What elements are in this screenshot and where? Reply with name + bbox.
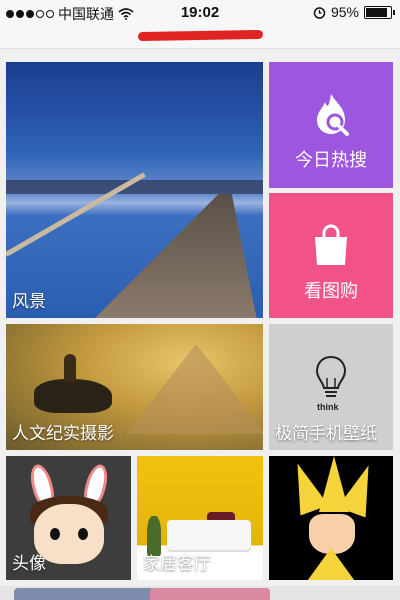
rider-shape	[64, 354, 76, 382]
next-row-peek	[0, 586, 400, 600]
alarm-icon	[313, 6, 326, 19]
address-bar[interactable]	[0, 26, 400, 49]
tile-avatar[interactable]: 头像	[6, 456, 131, 580]
tile-today-hot[interactable]: 今日热搜	[269, 62, 393, 188]
fire-search-icon	[317, 94, 349, 136]
battery-percent: 95%	[330, 4, 359, 20]
tile-label: 头像	[12, 554, 46, 573]
light-bulb-icon	[315, 355, 347, 397]
tile-shop[interactable]: 看图购	[269, 193, 393, 318]
tile-anime[interactable]	[269, 456, 393, 580]
pier-shape	[95, 194, 257, 318]
bulb-caption: think	[317, 402, 339, 412]
tile-scenery[interactable]: 风景	[6, 62, 263, 318]
battery-icon	[364, 5, 395, 19]
mountain-shape	[126, 344, 263, 434]
face-shape	[309, 514, 355, 554]
hair-spike	[305, 548, 357, 580]
status-right: 95%	[313, 4, 395, 20]
tile-label: 极简手机壁纸	[275, 424, 377, 443]
tile-label: 家居客厅	[143, 554, 211, 573]
tile-label: 风景	[12, 292, 46, 311]
tile-living-room[interactable]: 家居客厅	[137, 456, 263, 580]
redacted-url	[137, 29, 264, 42]
tile-label: 今日热搜	[295, 150, 367, 170]
shopping-bag-icon	[315, 224, 347, 265]
sofa-shape	[167, 520, 251, 550]
tile-humanities-photography[interactable]: 人文纪实摄影	[6, 324, 263, 450]
ox-shape	[34, 379, 112, 413]
tile-label: 人文纪实摄影	[12, 424, 114, 443]
battery-level	[366, 7, 387, 17]
hair-spike	[337, 460, 382, 517]
tile-minimal-wallpaper[interactable]: think 极简手机壁纸	[269, 324, 393, 450]
status-bar: 中国联通 19:02 95%	[0, 0, 400, 26]
tile-label: 看图购	[304, 281, 358, 301]
